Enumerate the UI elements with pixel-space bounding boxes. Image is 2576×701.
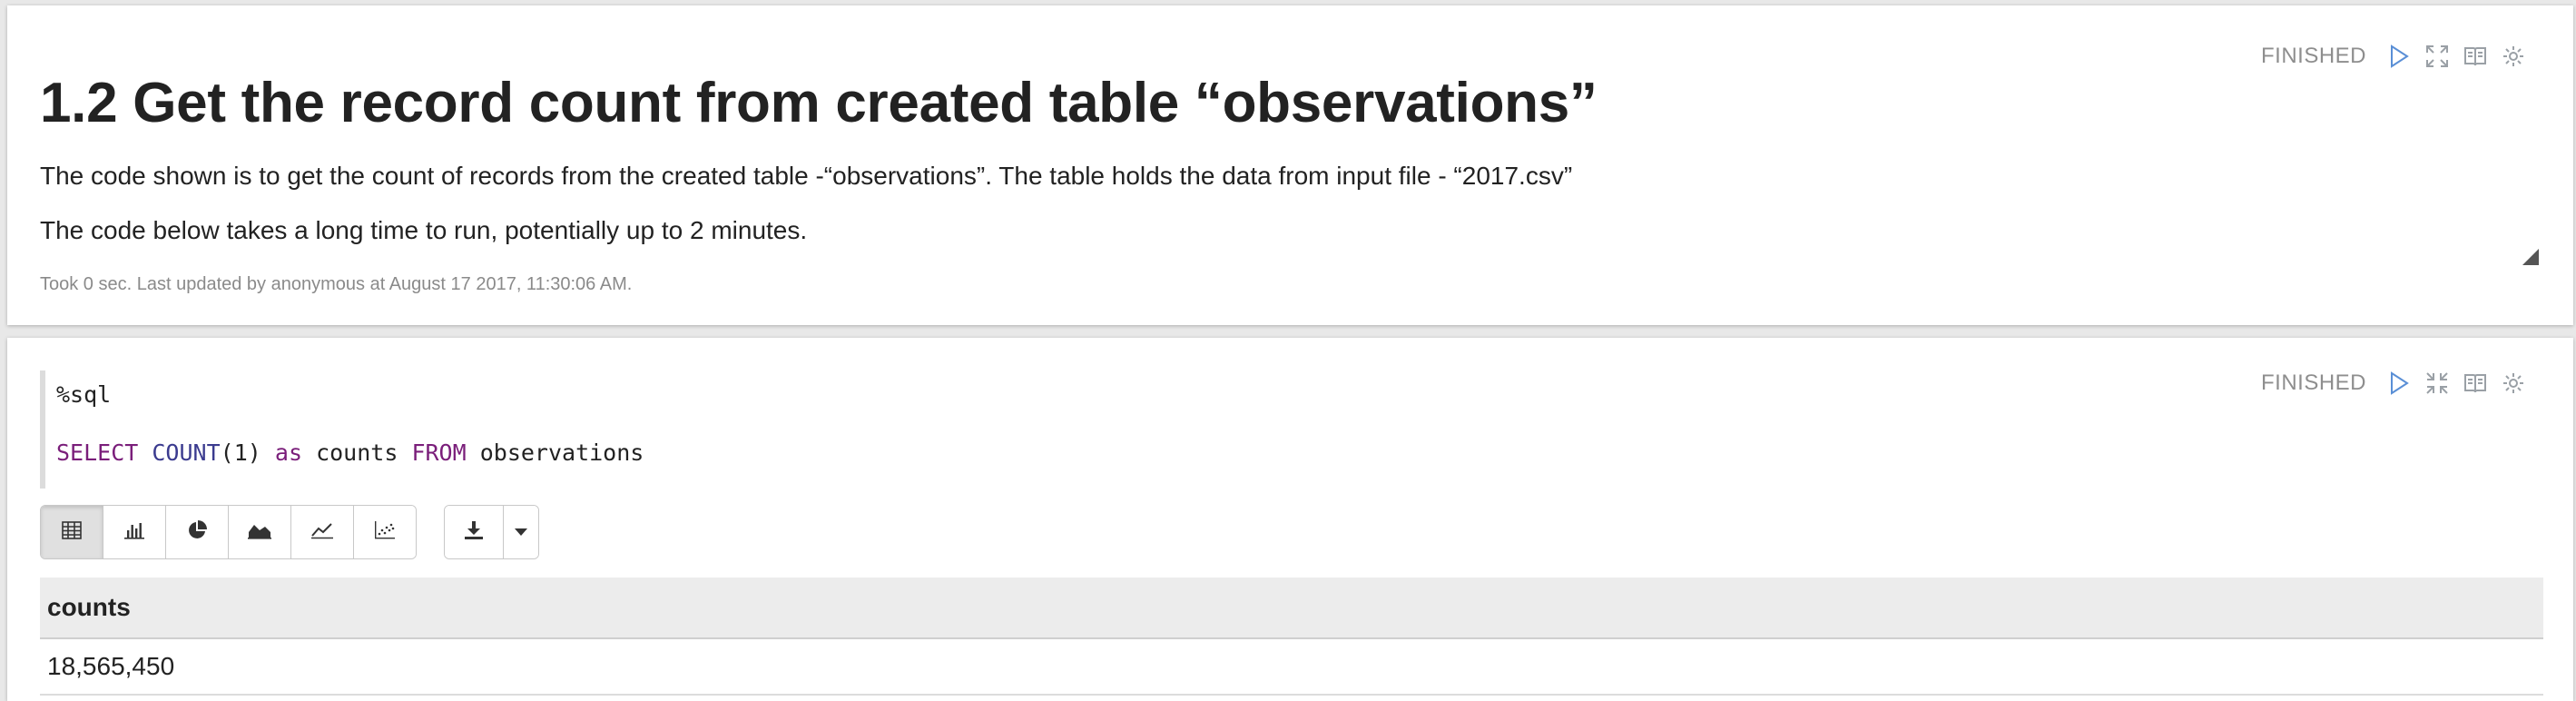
sql-keyword-from: FROM [411,439,467,466]
column-header-counts[interactable]: counts [40,578,2543,639]
area-chart-button[interactable] [229,506,291,558]
visualization-toolbar [40,505,539,559]
download-icon [464,520,484,545]
paragraph-controls: FINISHED [2261,44,2526,69]
paragraph-footer: Took 0 sec. Last updated by anonymous at… [40,274,633,294]
interpreter-directive: %sql [56,381,112,408]
paragraph-status: FINISHED [2260,44,2366,68]
table-cell-counts: 18,565,450 [40,638,2543,696]
sql-alias: counts [316,439,398,466]
sql-paragraph: FINISHED %sql SELECT COUNT(1) as counts … [7,338,2573,701]
collapse-icon[interactable] [2424,370,2450,396]
sql-keyword-as: as [274,439,302,466]
pie-chart-icon [187,519,207,545]
line-chart-icon [310,521,334,544]
chart-type-group [40,505,417,559]
download-group [444,505,539,559]
line-chart-button[interactable] [291,506,354,558]
table-header-row: counts [40,578,2543,639]
result-table: counts 18,565,450 [40,578,2543,696]
paragraph-controls: FINISHED [2261,370,2526,396]
download-button[interactable] [445,506,504,558]
caret-down-icon [515,524,527,540]
sql-paren-close: ) [247,439,261,466]
area-chart-icon [248,521,271,544]
sql-table-name: observations [479,439,644,466]
sql-query: SELECT COUNT(1) as counts FROM observati… [56,439,644,466]
table-view-button[interactable] [41,506,103,558]
resize-handle-icon[interactable] [2522,249,2539,265]
paragraph-title: 1.2 Get the record count from created ta… [40,72,1598,134]
sql-keyword-select: SELECT [56,439,139,466]
code-editor[interactable]: %sql SELECT COUNT(1) as counts FROM obse… [40,370,1145,489]
expand-icon[interactable] [2424,44,2450,69]
markdown-paragraph: FINISHED 1.2 Get the record count from c… [7,5,2573,325]
bar-chart-button[interactable] [103,506,166,558]
scatter-chart-icon [374,520,396,544]
gear-icon[interactable] [2501,370,2526,396]
book-icon[interactable] [2463,44,2488,69]
pie-chart-button[interactable] [166,506,229,558]
download-options-button[interactable] [504,506,538,558]
scatter-chart-button[interactable] [354,506,416,558]
run-icon[interactable] [2386,44,2412,69]
description-text: The code shown is to get the count of re… [40,162,1573,190]
sql-paren-open: ( [220,439,234,466]
run-icon[interactable] [2386,370,2412,396]
book-icon[interactable] [2463,370,2488,396]
table-icon [62,520,82,544]
sql-count-arg: 1 [233,439,248,466]
gear-icon[interactable] [2501,44,2526,69]
paragraph-status: FINISHED [2260,370,2366,395]
table-row: 18,565,450 [40,638,2543,696]
bar-chart-icon [123,521,145,544]
sql-function-count: COUNT [152,439,221,466]
runtime-note: The code below takes a long time to run,… [40,216,808,244]
